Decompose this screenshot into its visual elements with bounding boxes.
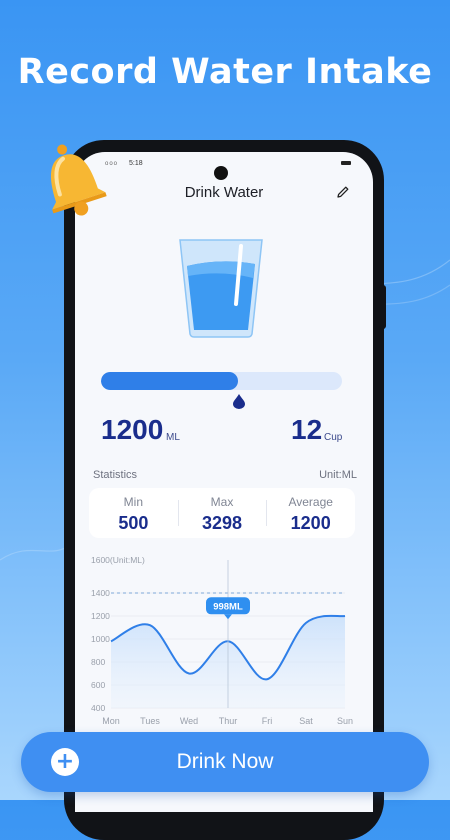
statistics-unit: Unit:ML xyxy=(319,469,357,481)
stat-average: Average 1200 xyxy=(266,488,355,538)
drink-now-button[interactable]: + Drink Now xyxy=(21,732,429,792)
x-tick-label: Sat xyxy=(299,716,313,726)
y-tick-label: 1400 xyxy=(91,588,110,598)
statistics-label: Statistics xyxy=(93,469,138,481)
x-tick-label: Mon xyxy=(102,716,120,726)
edit-icon[interactable] xyxy=(335,184,351,200)
intake-chart: 1600(Unit:ML) 400 600 800 1000 1200 1400 998ML M… xyxy=(91,555,353,726)
cups-unit: Cup xyxy=(324,432,343,443)
stat-value: 500 xyxy=(118,513,149,533)
y-tick-label: 800 xyxy=(91,657,105,667)
tooltip-pointer xyxy=(224,614,232,620)
x-tick-label: Tues xyxy=(140,716,160,726)
intake-progress-bar xyxy=(101,372,342,390)
phone-side-button xyxy=(379,285,386,329)
water-drop-icon xyxy=(233,394,245,409)
y-tick-label: 600 xyxy=(91,680,105,690)
drink-now-label: Drink Now xyxy=(176,750,274,773)
stat-label: Max xyxy=(210,495,234,509)
water-glass-icon xyxy=(179,239,263,338)
x-tick-label: Thur xyxy=(219,716,238,726)
intake-progress-fill xyxy=(101,372,239,390)
y-tick-label: 400 xyxy=(91,703,105,713)
stat-max: Max 3298 xyxy=(177,488,267,538)
stat-label: Min xyxy=(123,495,143,509)
page-title: Drink Water xyxy=(184,184,264,201)
intake-amount-unit: ML xyxy=(166,432,180,443)
y-tick-label: 1000 xyxy=(91,634,110,644)
status-time: 5:18 xyxy=(129,160,143,167)
y-axis-title: 1600(Unit:ML) xyxy=(91,555,145,565)
bell-icon xyxy=(50,144,107,216)
headline: Record Water Intake xyxy=(17,52,433,92)
x-tick-label: Wed xyxy=(180,716,198,726)
intake-amount: 1200 xyxy=(101,414,164,445)
stat-value: 3298 xyxy=(201,513,243,533)
statistics-card: Min 500 Max 3298 Average 1200 xyxy=(89,488,355,538)
tooltip-label: 998ML xyxy=(213,601,243,612)
app-screen: ooo 5:18 Drink Water 1200 ML 12 Cup Stat… xyxy=(75,152,373,812)
stat-value: 1200 xyxy=(290,513,331,533)
camera-notch xyxy=(214,166,228,180)
y-tick-label: 1200 xyxy=(91,611,110,621)
battery-icon xyxy=(341,161,351,165)
x-tick-label: Sun xyxy=(337,716,353,726)
x-tick-label: Fri xyxy=(262,716,273,726)
stat-min: Min 500 xyxy=(89,488,178,538)
cups-count: 12 xyxy=(291,414,323,445)
stat-label: Average xyxy=(288,495,333,509)
